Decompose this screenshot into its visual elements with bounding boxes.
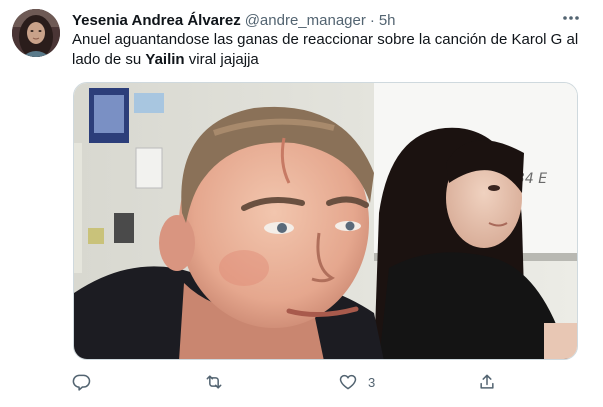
reply-icon <box>72 374 91 391</box>
tweet-text-part-end: viral jajajja <box>184 51 259 68</box>
more-dots-icon <box>563 16 579 20</box>
retweet-icon <box>206 375 222 389</box>
tweet-text: Anuel aguantandose las ganas de reaccion… <box>72 30 584 70</box>
retweet-button[interactable] <box>203 370 225 394</box>
meme-photo: 4-34 E <box>74 83 577 359</box>
like-count: 3 <box>368 374 376 390</box>
tweet-text-bold: Yailin <box>145 51 185 68</box>
like-button[interactable]: 3 <box>338 370 375 394</box>
tweet-header: Yesenia Andrea Álvarez @andre_manager · … <box>72 10 589 30</box>
share-icon <box>480 374 494 389</box>
tweet-card[interactable]: Yesenia Andrea Álvarez @andre_manager · … <box>0 0 603 407</box>
more-options-button[interactable] <box>561 8 581 28</box>
separator-dot: · <box>369 11 375 29</box>
display-name[interactable]: Yesenia Andrea Álvarez <box>72 12 241 29</box>
timestamp[interactable]: 5h <box>379 12 396 29</box>
avatar-photo <box>12 9 60 57</box>
avatar[interactable] <box>12 9 60 57</box>
tweet-actions: 3 <box>72 370 502 394</box>
share-button[interactable] <box>477 370 497 394</box>
reply-button[interactable] <box>72 370 92 394</box>
heart-icon <box>339 374 357 390</box>
user-handle[interactable]: @andre_manager <box>245 12 366 29</box>
tweet-media-image[interactable]: 4-34 E <box>73 82 578 360</box>
